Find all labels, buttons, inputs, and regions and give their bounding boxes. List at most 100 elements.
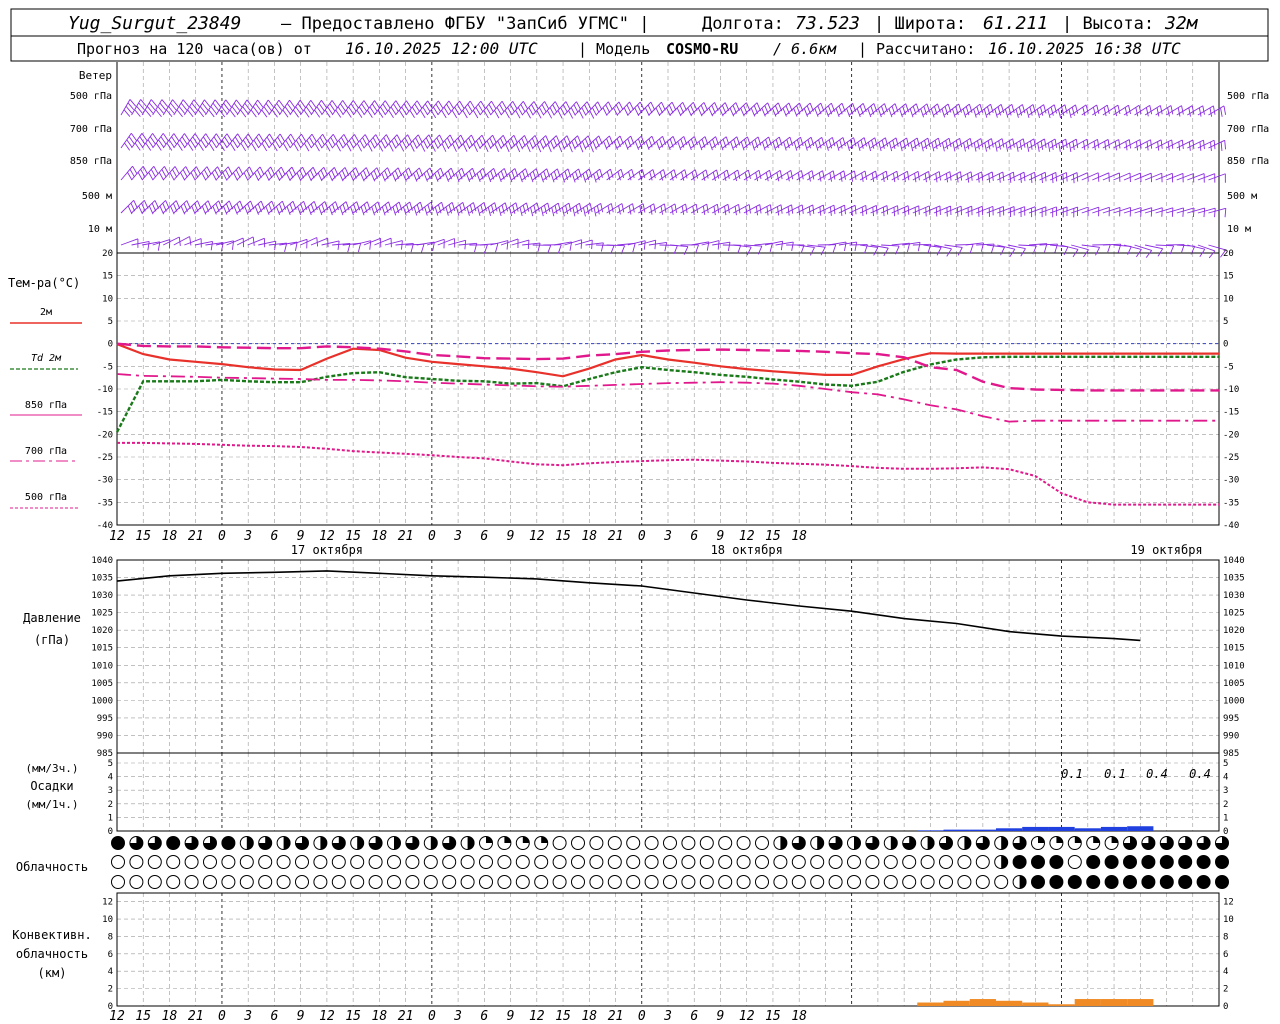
wind-barb-feather [415, 137, 421, 146]
wind-barb-feather [227, 166, 233, 175]
wind-barb-feather [318, 103, 325, 112]
wind-barb-feather [875, 170, 878, 180]
wind-barb-feather [963, 142, 966, 152]
wind-barb-feather [596, 205, 600, 215]
cloud-symbol [828, 855, 843, 869]
cloud-symbol [920, 875, 935, 889]
wind-barb-feather [1000, 246, 1006, 256]
wind-level-left-700hpa: 700 гПа [70, 124, 112, 135]
wind-barb-feather [639, 101, 645, 111]
wind-barb-feather [367, 109, 373, 118]
cloud-fill [522, 836, 530, 843]
wind-barb-feather [1192, 207, 1195, 218]
wind-barb-shaft [384, 167, 399, 181]
wind-barb-feather [351, 137, 357, 146]
conv-tick-label: 12 [1223, 898, 1234, 908]
wind-barb-feather [618, 101, 624, 111]
wind-barb-shaft [564, 101, 577, 116]
wind-barb-feather [357, 243, 362, 253]
wind-barb-feather [1093, 141, 1096, 151]
cloud-symbol [276, 855, 291, 869]
wind-barb-feather [769, 170, 773, 180]
wind-barb-feather [930, 108, 935, 118]
wind-barb-feather [956, 173, 959, 183]
wind-barb-feather [594, 104, 600, 113]
wind-barb-feather [448, 100, 455, 109]
wind-barb-shaft [120, 199, 135, 214]
wind-barb-feather [769, 243, 773, 253]
wind-barb-feather [724, 206, 727, 216]
wind-barb-feather [1118, 139, 1121, 149]
wind-barb-feather [941, 142, 945, 152]
wind-barb-feather [737, 245, 742, 254]
wind-barb-feather [1001, 138, 1005, 148]
wind-barb-feather [290, 133, 296, 143]
wind-barb-feather [242, 139, 249, 148]
wind-barb-feather [275, 206, 281, 215]
wind-barb-feather [180, 205, 186, 215]
wind-barb-shaft [194, 166, 208, 181]
hour-label: 15 [555, 529, 571, 544]
wind-barb-feather [698, 141, 703, 151]
wind-barb-feather [1220, 107, 1223, 117]
wind-barb-shaft [585, 101, 599, 116]
wind-barb-feather [180, 102, 188, 111]
cloud-symbol [681, 836, 696, 850]
hour-label: 12 [319, 529, 335, 544]
cloud-fill [1038, 836, 1045, 843]
cloud-symbol [957, 855, 972, 869]
wind-barb-feather [738, 204, 741, 214]
cloud-symbol [147, 875, 162, 889]
wind-barb-feather [877, 108, 882, 118]
wind-barb-feather [467, 103, 473, 113]
wind-barb-feather [128, 136, 135, 145]
pressure-tick-label: 985 [97, 749, 113, 759]
hour-label: 18 [791, 529, 807, 544]
wind-barb-feather [528, 107, 534, 116]
wind-barb-shaft [342, 167, 356, 181]
wind-barb-shaft [648, 101, 662, 116]
cloud-symbols [111, 836, 1229, 889]
wind-barb-feather [1114, 141, 1117, 151]
wind-barb-feather [443, 106, 450, 116]
hour-label: 18 [162, 529, 178, 544]
cloud-symbol [681, 855, 696, 869]
wind-barb-feather [583, 207, 586, 217]
cloud-symbol [755, 855, 769, 869]
wind-barb-feather [1128, 139, 1132, 149]
precip-tick-label: 5 [1223, 759, 1228, 769]
wind-barb-feather [1096, 104, 1100, 114]
cloud-fill [1141, 875, 1155, 889]
cloud-symbol [957, 875, 972, 889]
wind-barb-shaft [754, 102, 768, 116]
temp-tick-label: -30 [1223, 476, 1239, 486]
wind-barb-shaft [881, 244, 900, 247]
wind-barb-feather [162, 133, 169, 142]
temp-tick-label: -30 [97, 476, 113, 486]
wind-barb-feather [584, 104, 590, 113]
wind-barb-feather [422, 106, 428, 115]
cloud-symbol [607, 875, 622, 889]
pressure-tick-label: 985 [1223, 749, 1239, 759]
wind-barb-feather [571, 140, 576, 150]
wind-barb-feather [677, 141, 682, 151]
wind-barb-shaft [300, 166, 314, 181]
legend-label-td: Td 2м [31, 353, 62, 364]
legend-label-500: 500 гПа [25, 492, 67, 503]
wind-barb-feather [246, 99, 253, 108]
wind-barb-feather [777, 206, 780, 216]
conv-tick-label: 8 [108, 932, 113, 942]
wind-barb-feather [274, 139, 281, 149]
wind-barb-feather [208, 142, 215, 151]
wind-barb-feather [147, 241, 150, 251]
pressure-tick-label: 1000 [1223, 696, 1245, 706]
hour-label: 3 [243, 1009, 252, 1024]
wind-barb-feather [750, 107, 756, 117]
pressure-tick-label: 990 [97, 731, 113, 741]
wind-barb-feather [181, 136, 188, 145]
wind-barb-feather [994, 108, 998, 118]
wind-barb-feather [504, 110, 510, 119]
precip-unit-3h: (мм/3ч.) [26, 762, 79, 775]
wind-barb-feather [1037, 142, 1040, 152]
wind-barb-feather [267, 99, 274, 108]
